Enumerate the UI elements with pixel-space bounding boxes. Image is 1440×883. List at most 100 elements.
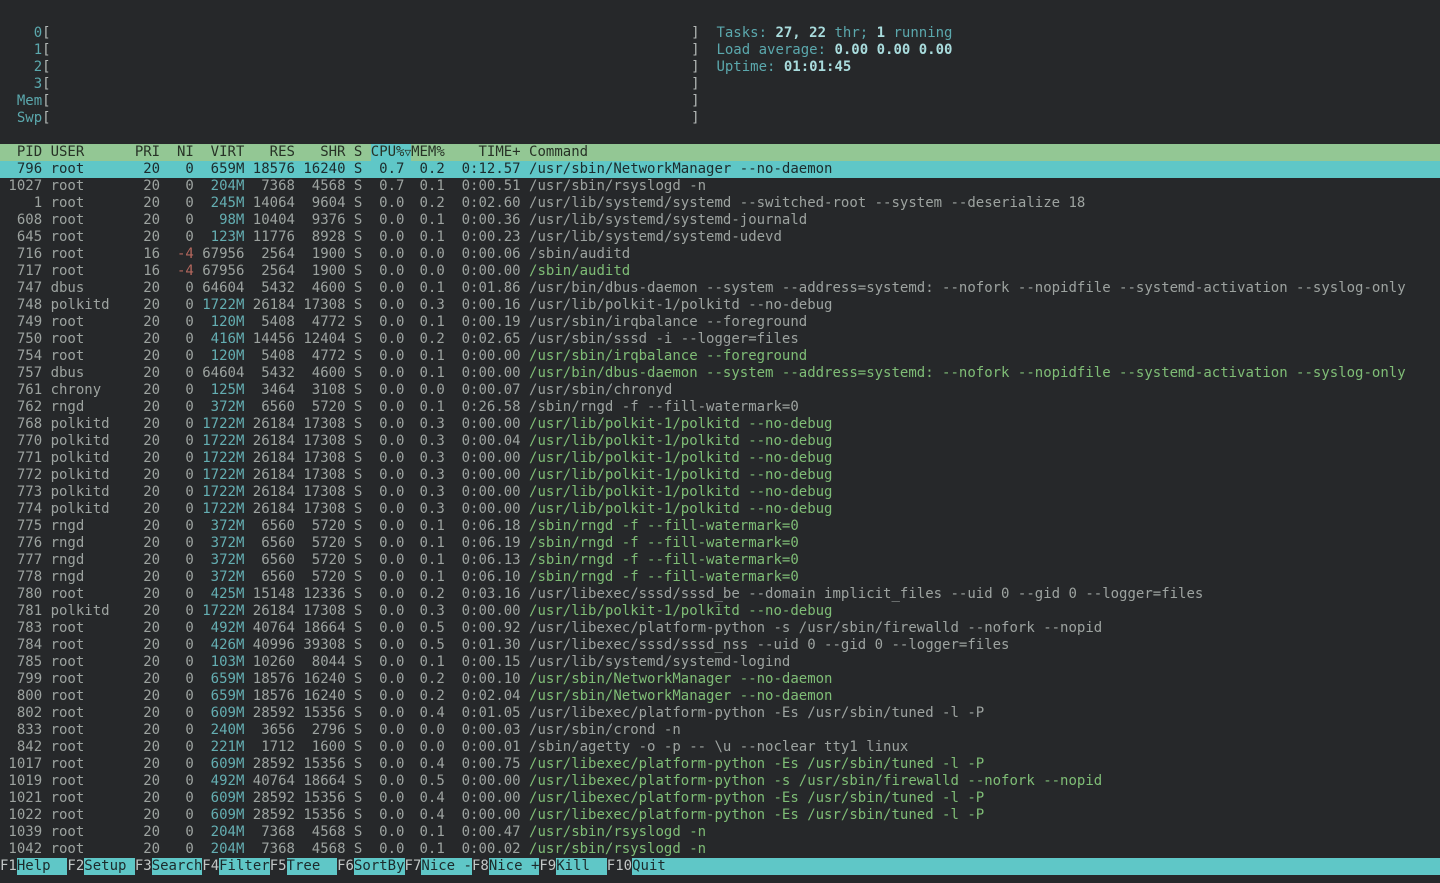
process-user: root — [51, 314, 127, 331]
process-row[interactable]: 783root200492M4076418664S0.0 0.50:00.92/… — [0, 620, 1440, 637]
process-row[interactable]: 777rngd200372M65605720S0.0 0.10:06.13/sb… — [0, 552, 1440, 569]
process-row[interactable]: 1027root200204M73684568S0.7 0.10:00.51/u… — [0, 178, 1440, 195]
column-header-pri[interactable]: PRI — [135, 144, 160, 161]
process-row[interactable]: 774polkitd2001722M2618417308S0.0 0.30:00… — [0, 501, 1440, 518]
process-row[interactable]: 762rngd200372M65605720S0.0 0.10:26.58/sb… — [0, 399, 1440, 416]
process-pri: 20 — [135, 620, 160, 637]
process-time: 0:06.10 — [453, 569, 520, 586]
process-row[interactable]: 775rngd200372M65605720S0.0 0.10:06.18/sb… — [0, 518, 1440, 535]
fkey-action-kill[interactable]: Kill — [556, 858, 607, 875]
fkey-f3[interactable]: F3 — [135, 858, 152, 875]
column-header-ni[interactable]: NI — [169, 144, 194, 161]
process-row[interactable]: 802root200609M2859215356S0.0 0.40:01.05/… — [0, 705, 1440, 722]
process-row[interactable]: 748polkitd2001722M2618417308S0.0 0.30:00… — [0, 297, 1440, 314]
process-time: 0:00.06 — [453, 246, 520, 263]
process-shr: 17308 — [303, 603, 345, 620]
meter-close-bracket: ] — [691, 110, 699, 126]
process-s: S — [354, 331, 362, 348]
process-row[interactable]: 771polkitd2001722M2618417308S0.0 0.30:00… — [0, 450, 1440, 467]
process-row[interactable]: 799root200659M1857616240S0.0 0.20:00.10/… — [0, 671, 1440, 688]
fkey-action-sortby[interactable]: SortBy — [354, 858, 405, 875]
fkey-action-search[interactable]: Search — [152, 858, 203, 875]
fkey-action-quit[interactable]: Quit — [632, 858, 1440, 875]
process-row[interactable]: 800root200659M1857616240S0.0 0.20:02.04/… — [0, 688, 1440, 705]
process-row[interactable]: 770polkitd2001722M2618417308S0.0 0.30:00… — [0, 433, 1440, 450]
process-row[interactable]: 1039root200204M73684568S0.0 0.10:00.47/u… — [0, 824, 1440, 841]
column-header-mem[interactable]: MEM% — [411, 144, 445, 161]
fkey-action-help[interactable]: Help — [17, 858, 68, 875]
process-row[interactable]: 772polkitd2001722M2618417308S0.0 0.30:00… — [0, 467, 1440, 484]
process-row[interactable]: 778rngd200372M65605720S0.0 0.10:06.10/sb… — [0, 569, 1440, 586]
fkey-f7[interactable]: F7 — [405, 858, 422, 875]
column-header-shr[interactable]: SHR — [303, 144, 345, 161]
process-row[interactable]: 784root200426M4099639308S0.0 0.50:01.30/… — [0, 637, 1440, 654]
info-text: 1 — [877, 25, 885, 41]
process-pri: 20 — [135, 773, 160, 790]
process-res: 6560 — [253, 399, 295, 416]
column-header-pid[interactable]: PID — [0, 144, 42, 161]
column-header-virt[interactable]: VIRT — [202, 144, 244, 161]
process-ni: 0 — [169, 195, 194, 212]
process-cpu: 0.0 — [371, 229, 405, 246]
process-res: 10260 — [253, 654, 295, 671]
process-pid: 717 — [0, 263, 42, 280]
process-row[interactable]: 717root16-46795625641900S0.0 0.00:00.00/… — [0, 263, 1440, 280]
fkey-f2[interactable]: F2 — [67, 858, 84, 875]
process-user: polkitd — [51, 416, 127, 433]
fkey-f4[interactable]: F4 — [202, 858, 219, 875]
process-s: S — [354, 467, 362, 484]
fkey-f10[interactable]: F10 — [607, 858, 632, 875]
process-pid: 1039 — [0, 824, 42, 841]
process-ni: 0 — [169, 790, 194, 807]
process-row[interactable]: 761chrony200125M34643108S0.0 0.00:00.07/… — [0, 382, 1440, 399]
column-header-user[interactable]: USER — [51, 144, 127, 161]
column-header-time[interactable]: TIME+ — [453, 144, 520, 161]
process-row[interactable]: 716root16-46795625641900S0.0 0.00:00.06/… — [0, 246, 1440, 263]
process-row[interactable]: 842root200221M17121600S0.0 0.00:00.01/sb… — [0, 739, 1440, 756]
fkey-f5[interactable]: F5 — [270, 858, 287, 875]
process-cpu: 0.0 — [371, 603, 405, 620]
process-virt: 372M — [202, 535, 244, 552]
process-row[interactable]: 776rngd200372M65605720S0.0 0.10:06.19/sb… — [0, 535, 1440, 552]
process-row[interactable]: 1root200245M140649604S0.0 0.20:02.60/usr… — [0, 195, 1440, 212]
process-row[interactable]: 796root200659M1857616240S0.7 0.20:12.57/… — [0, 161, 1440, 178]
column-header-s[interactable]: S — [354, 144, 362, 161]
process-row[interactable]: 768polkitd2001722M2618417308S0.0 0.30:00… — [0, 416, 1440, 433]
process-shr: 5720 — [303, 552, 345, 569]
process-row[interactable]: 773polkitd2001722M2618417308S0.0 0.30:00… — [0, 484, 1440, 501]
process-row[interactable]: 1022root200609M2859215356S0.0 0.40:00.00… — [0, 807, 1440, 824]
process-pri: 16 — [135, 246, 160, 263]
fkey-f6[interactable]: F6 — [337, 858, 354, 875]
process-row[interactable]: 833root200240M36562796S0.0 0.00:00.03/us… — [0, 722, 1440, 739]
process-cmd: /usr/sbin/rsyslogd -n — [529, 824, 706, 841]
process-row[interactable]: 749root200120M54084772S0.0 0.10:00.19/us… — [0, 314, 1440, 331]
fkey-action-nice-[interactable]: Nice - — [421, 858, 472, 875]
column-header-cpu[interactable]: CPU% — [371, 144, 405, 161]
fkey-action-tree[interactable]: Tree — [287, 858, 338, 875]
process-row[interactable]: 608root20098M104049376S0.0 0.10:00.36/us… — [0, 212, 1440, 229]
column-header-res[interactable]: RES — [253, 144, 295, 161]
process-row[interactable]: 757dbus2006460454324600S0.0 0.10:00.00/u… — [0, 365, 1440, 382]
process-row[interactable]: 1021root200609M2859215356S0.0 0.40:00.00… — [0, 790, 1440, 807]
fkey-f1[interactable]: F1 — [0, 858, 17, 875]
process-row[interactable]: 747dbus2006460454324600S0.0 0.10:01.86/u… — [0, 280, 1440, 297]
fkey-f9[interactable]: F9 — [539, 858, 556, 875]
process-row[interactable]: 1042root200204M73684568S0.0 0.10:00.02/u… — [0, 841, 1440, 858]
process-row[interactable]: 1019root200492M4076418664S0.0 0.50:00.00… — [0, 773, 1440, 790]
fkey-action-filter[interactable]: Filter — [219, 858, 270, 875]
process-row[interactable]: 1017root200609M2859215356S0.0 0.40:00.75… — [0, 756, 1440, 773]
fkey-f8[interactable]: F8 — [472, 858, 489, 875]
process-pri: 20 — [135, 654, 160, 671]
process-row[interactable]: 645root200123M117768928S0.0 0.10:00.23/u… — [0, 229, 1440, 246]
column-header-cmd[interactable]: Command — [529, 144, 588, 161]
fkey-action-nice-[interactable]: Nice + — [489, 858, 540, 875]
process-user: root — [51, 688, 127, 705]
process-row[interactable]: 781polkitd2001722M2618417308S0.0 0.30:00… — [0, 603, 1440, 620]
process-time: 0:00.23 — [453, 229, 520, 246]
process-row[interactable]: 780root200425M1514812336S0.0 0.20:03.16/… — [0, 586, 1440, 603]
fkey-action-setup[interactable]: Setup — [84, 858, 135, 875]
process-row[interactable]: 754root200120M54084772S0.0 0.10:00.00/us… — [0, 348, 1440, 365]
process-row[interactable]: 785root200103M102608044S0.0 0.10:00.15/u… — [0, 654, 1440, 671]
process-cmd: /sbin/auditd — [529, 263, 630, 280]
process-row[interactable]: 750root200416M1445612404S0.0 0.20:02.65/… — [0, 331, 1440, 348]
